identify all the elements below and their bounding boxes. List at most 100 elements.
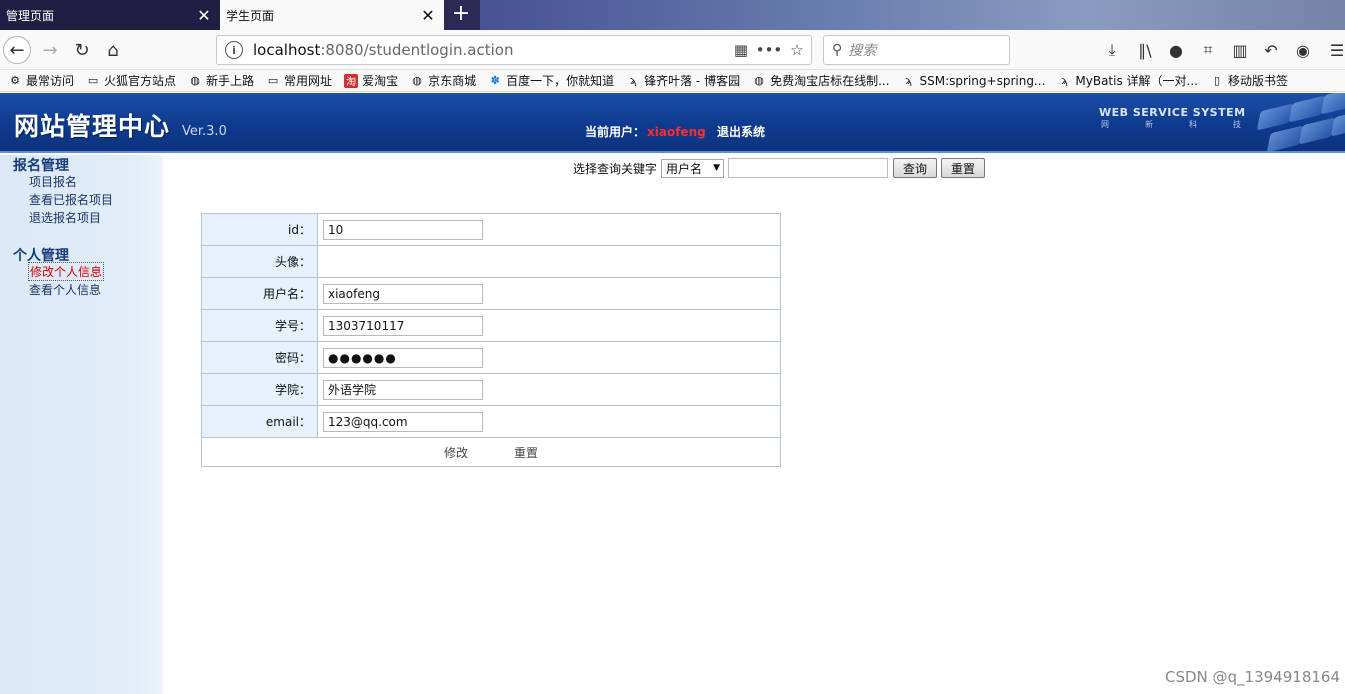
bookmark-item[interactable]: ϡ MyBatis 详解（一对... [1057, 72, 1198, 89]
dropdown-caret-icon: ▼ [713, 163, 721, 173]
menu-icon[interactable]: ☰ [1325, 38, 1345, 62]
taobao-icon: 淘 [344, 73, 359, 88]
watermark-text: CSDN @q_1394918164 [1165, 668, 1340, 686]
sidebar-item-view-registered[interactable]: 查看已报名项目 [29, 191, 113, 208]
bookmark-item[interactable]: ◍ 免费淘宝店标在线制... [752, 72, 889, 89]
bookmark-item[interactable]: ◍ 京东商城 [410, 72, 476, 89]
url-path: :8080/studentlogin.action [320, 41, 514, 59]
undo-icon[interactable]: ↶ [1259, 38, 1283, 62]
id-field[interactable]: 10 [323, 219, 483, 240]
sidebar-icon[interactable]: ▥ [1228, 38, 1252, 62]
keyboard-key-shape [1298, 117, 1336, 145]
library-icon[interactable]: ∥\ [1133, 38, 1157, 62]
bookmark-label: 移动版书签 [1227, 74, 1288, 88]
field-cell: ●●●●●● [318, 342, 780, 373]
sidebar-item-edit-profile[interactable]: 修改个人信息 [28, 262, 105, 281]
sidebar-item-withdraw[interactable]: 退选报名项目 [29, 209, 101, 226]
field-cell: 外语学院 [318, 374, 780, 405]
new-tab-icon[interactable]: + [448, 2, 474, 28]
college-field[interactable]: 外语学院 [323, 379, 483, 400]
search-label: 选择查询关键字 [573, 161, 658, 176]
bookmark-item[interactable]: ⚙ 最常访问 [8, 72, 74, 89]
ws-sub-char: 新 [1145, 120, 1153, 129]
folder-icon: ▭ [267, 74, 279, 87]
home-icon[interactable]: ⌂ [99, 36, 127, 64]
close-icon[interactable]: ✕ [196, 6, 212, 25]
ws-sub-char: 科 [1189, 120, 1197, 129]
ws-sub-char: 网 [1101, 120, 1109, 129]
field-label: email： [202, 406, 318, 437]
keyboard-key-shape [1256, 103, 1294, 131]
keyboard-key-shape [1266, 125, 1304, 151]
bookmark-item[interactable]: ϡ SSM:spring+spring... [902, 73, 1046, 88]
sidebar-group-registration[interactable]: 报名管理 [13, 155, 69, 175]
sidebar-item-project-register[interactable]: 项目报名 [29, 173, 77, 190]
download-icon[interactable]: ⤓ [1100, 38, 1124, 62]
forward-arrow-icon[interactable]: → [36, 36, 64, 64]
back-arrow-icon[interactable]: ← [3, 36, 31, 64]
more-actions-icon[interactable]: ••• [755, 41, 783, 59]
bookmark-item[interactable]: ϡ 锋齐叶落 - 博客园 [626, 72, 740, 89]
chat-icon[interactable]: ● [1164, 38, 1188, 62]
form-row-email: email： 123@qq.com [202, 406, 780, 438]
email-field[interactable]: 123@qq.com [323, 411, 483, 432]
keyboard-decoration [1250, 93, 1345, 151]
ws-subtitle: 网 新 科 技 [1101, 119, 1241, 130]
field-cell: 1303710117 [318, 310, 780, 341]
field-label: 学号： [202, 310, 318, 341]
qr-code-icon[interactable]: ▦ [727, 41, 755, 59]
form-row-password: 密码： ●●●●●● [202, 342, 780, 374]
bookmark-label: 京东商城 [428, 74, 477, 88]
username-field[interactable]: xiaofeng [323, 283, 483, 304]
bookmark-label: 常用网址 [284, 74, 333, 88]
logout-link[interactable]: 退出系统 [717, 123, 765, 140]
app-header: 网站管理中心 Ver.3.0 当前用户： xiaofeng 退出系统 WEB SE… [0, 93, 1345, 153]
reload-icon[interactable]: ↻ [68, 36, 96, 64]
url-bar[interactable]: i localhost:8080/studentlogin.action ▦ •… [216, 35, 812, 65]
form-reset-button[interactable]: 重置 [514, 444, 538, 461]
url-host: localhost [253, 41, 321, 59]
field-label: 头像： [202, 246, 318, 277]
select-value: 用户名 [666, 161, 703, 176]
crop-icon[interactable]: ⌗ [1196, 38, 1220, 62]
sidebar-item-view-profile[interactable]: 查看个人信息 [29, 281, 101, 298]
bookmark-item[interactable]: ▭ 常用网址 [266, 72, 332, 89]
url-text[interactable]: localhost:8080/studentlogin.action [253, 41, 727, 59]
folder-icon: ▭ [87, 74, 99, 87]
search-icon: ⚲ [832, 42, 843, 58]
blog-icon: ϡ [629, 74, 637, 87]
submit-modify-button[interactable]: 修改 [444, 444, 468, 461]
browser-tab-title: 学生页面 [226, 8, 275, 23]
bookmark-item[interactable]: ✽ 百度一下，你就知道 [488, 72, 614, 89]
field-cell: xiaofeng [318, 278, 780, 309]
current-user: 当前用户： xiaofeng [585, 123, 706, 140]
browser-tab-student[interactable]: 学生页面 ✕ [220, 0, 444, 30]
bookmark-item[interactable]: ▭ 火狐官方站点 [86, 72, 176, 89]
app-version: Ver.3.0 [182, 124, 227, 139]
field-label: 密码： [202, 342, 318, 373]
student-number-field[interactable]: 1303710117 [323, 315, 483, 336]
search-input[interactable] [728, 158, 889, 178]
bookmark-item[interactable]: ▯ 移动版书签 [1210, 72, 1288, 89]
bookmark-star-icon[interactable]: ☆ [783, 41, 811, 59]
search-keyword-select[interactable]: 用户名 ▼ [661, 158, 725, 178]
mobile-icon: ▯ [1213, 74, 1221, 87]
bookmark-item[interactable]: ◍ 新手上路 [188, 72, 254, 89]
globe-icon: ◍ [190, 74, 200, 87]
tab-strip: 管理页面 ✕ 学生页面 ✕ + [0, 0, 1345, 30]
browser-tab-admin[interactable]: 管理页面 ✕ [0, 0, 220, 30]
info-icon[interactable]: i [225, 41, 243, 59]
search-bar[interactable]: ⚲ 搜索 [823, 35, 1010, 65]
bookmark-item[interactable]: 淘爱淘宝 [344, 72, 398, 89]
bookmark-label: 火狐官方站点 [104, 74, 177, 88]
password-field[interactable]: ●●●●●● [323, 347, 483, 368]
bookmark-label: SSM:spring+spring... [919, 73, 1046, 88]
account-icon[interactable]: ◉ [1291, 38, 1315, 62]
globe-icon: ◍ [412, 74, 422, 87]
query-button[interactable]: 查询 [893, 158, 938, 178]
current-user-label: 当前用户： [585, 125, 646, 139]
sidebar: 报名管理 项目报名 查看已报名项目 退选报名项目 个人管理 修改个人信息 查看个… [0, 155, 163, 694]
search-reset-button[interactable]: 重置 [941, 158, 986, 178]
form-row-username: 用户名： xiaofeng [202, 278, 780, 310]
close-icon[interactable]: ✕ [420, 6, 436, 25]
